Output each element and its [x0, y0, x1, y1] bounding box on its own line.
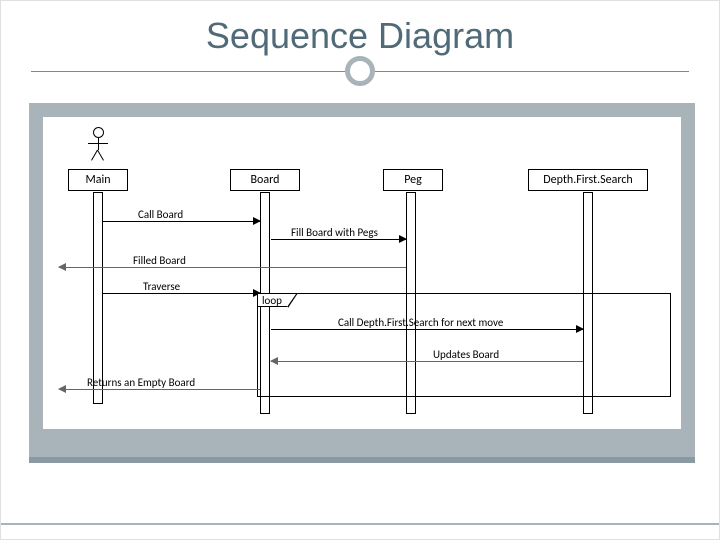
msg-call-dfs — [271, 329, 583, 330]
lifeline-main: Main — [68, 169, 128, 191]
label-call-board: Call Board — [138, 208, 183, 221]
msg-filled-board — [59, 267, 406, 268]
label-filled-board: Filled Board — [133, 254, 186, 267]
label-traverse: Traverse — [143, 280, 180, 293]
label-returns-empty: Returns an Empty Board — [87, 376, 195, 389]
msg-returns-empty — [59, 389, 260, 390]
label-call-dfs: Call Depth.First.Search for next move — [338, 316, 503, 329]
page-title: Sequence Diagram — [1, 15, 719, 57]
msg-traverse — [103, 293, 260, 294]
loop-fragment: loop — [257, 293, 671, 397]
label-fill-board: Fill Board with Pegs — [291, 226, 378, 239]
title-circle-icon — [345, 56, 375, 86]
label-updates-board: Updates Board — [433, 348, 499, 361]
msg-call-board — [103, 221, 260, 222]
diagram-frame: Main Board Peg Depth.First.Search Call B… — [29, 103, 695, 463]
lifeline-peg: Peg — [383, 169, 443, 191]
bottom-rule — [1, 523, 719, 525]
lifeline-board: Board — [230, 169, 300, 191]
msg-updates-board — [271, 361, 583, 362]
sequence-diagram: Main Board Peg Depth.First.Search Call B… — [43, 117, 681, 429]
lifeline-dfs: Depth.First.Search — [528, 169, 648, 191]
actor-icon — [86, 127, 110, 167]
activation-main — [93, 192, 103, 404]
msg-fill-board — [271, 239, 406, 240]
loop-label: loop — [257, 293, 288, 307]
